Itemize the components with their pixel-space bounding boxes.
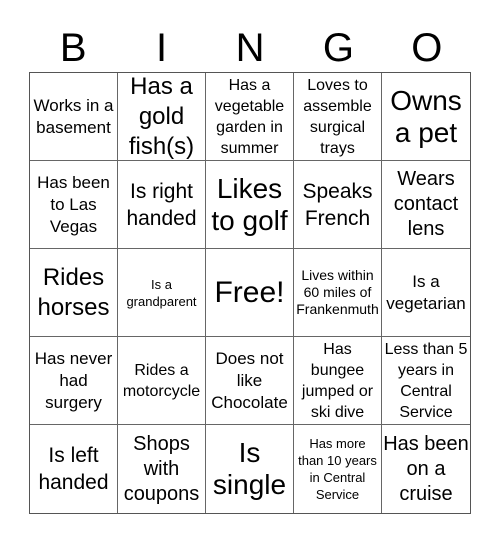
bingo-cell[interactable]: Rides horses bbox=[30, 249, 118, 337]
bingo-cell[interactable]: Is a vegetarian bbox=[382, 249, 470, 337]
bingo-cell[interactable]: Works in a basement bbox=[30, 73, 118, 161]
bingo-cell[interactable]: Has bungee jumped or ski dive bbox=[294, 337, 382, 425]
bingo-cell[interactable]: Wears contact lens bbox=[382, 161, 470, 249]
bingo-header: B I N G O bbox=[29, 24, 471, 72]
bingo-cell[interactable]: Rides a motorcycle bbox=[118, 337, 206, 425]
bingo-cell[interactable]: Likes to golf bbox=[206, 161, 294, 249]
free-space[interactable]: Free! bbox=[206, 249, 294, 337]
bingo-cell[interactable]: Has more than 10 years in Central Servic… bbox=[294, 425, 382, 513]
bingo-cell[interactable]: Has been on a cruise bbox=[382, 425, 470, 513]
bingo-cell[interactable]: Loves to assemble surgical trays bbox=[294, 73, 382, 161]
bingo-cell[interactable]: Less than 5 years in Central Service bbox=[382, 337, 470, 425]
bingo-cell[interactable]: Owns a pet bbox=[382, 73, 470, 161]
header-letter-i: I bbox=[156, 26, 168, 70]
bingo-cell[interactable]: Is left handed bbox=[30, 425, 118, 513]
bingo-cell[interactable]: Lives within 60 miles of Frankenmuth bbox=[294, 249, 382, 337]
header-letter-g: G bbox=[322, 26, 354, 70]
bingo-cell[interactable]: Does not like Chocolate bbox=[206, 337, 294, 425]
bingo-cell[interactable]: Is a grandparent bbox=[118, 249, 206, 337]
bingo-cell[interactable]: Is right handed bbox=[118, 161, 206, 249]
header-letter-b: B bbox=[59, 26, 87, 70]
header-letter-o: O bbox=[411, 26, 443, 70]
bingo-card: Works in a basement Has a gold fish(s) H… bbox=[29, 72, 471, 514]
bingo-cell[interactable]: Shops with coupons bbox=[118, 425, 206, 513]
bingo-cell[interactable]: Is single bbox=[206, 425, 294, 513]
bingo-cell[interactable]: Has been to Las Vegas bbox=[30, 161, 118, 249]
bingo-cell[interactable]: Speaks French bbox=[294, 161, 382, 249]
bingo-cell[interactable]: Has never had surgery bbox=[30, 337, 118, 425]
bingo-cell[interactable]: Has a vegetable garden in summer bbox=[206, 73, 294, 161]
bingo-cell[interactable]: Has a gold fish(s) bbox=[118, 73, 206, 161]
header-letter-n: N bbox=[235, 26, 265, 70]
